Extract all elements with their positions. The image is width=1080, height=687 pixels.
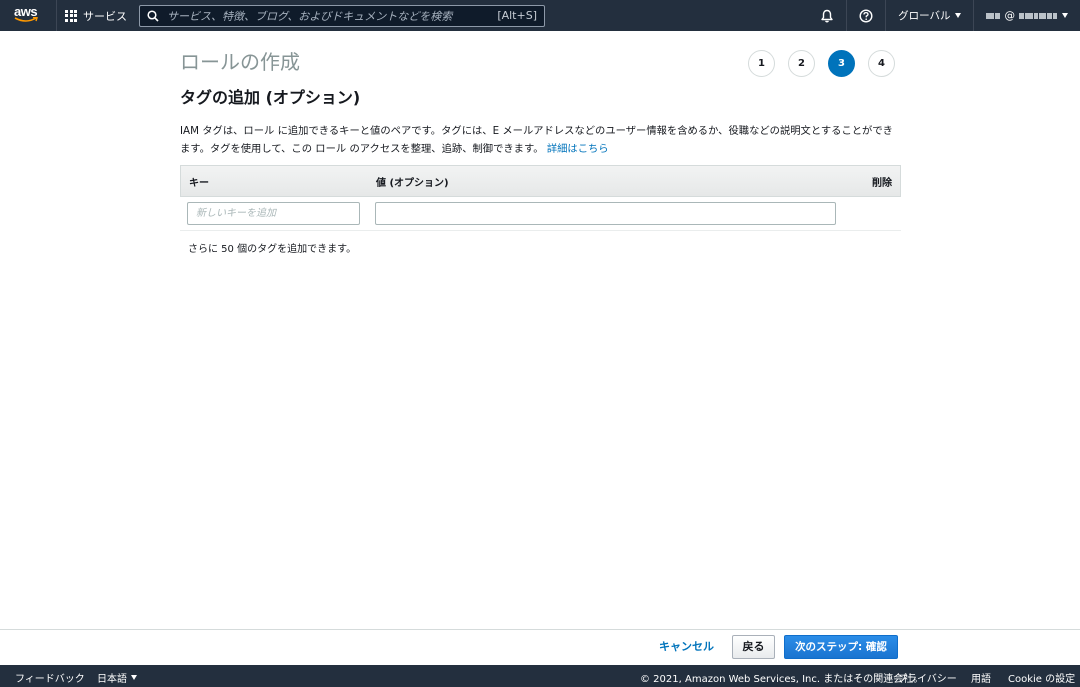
region-selector[interactable]: グローバル [885,0,972,31]
tags-table: キー 値 (オプション) 削除 さらに 50 個のタグを追加できます。 [180,165,901,255]
caret-down-icon [954,13,961,18]
search-input[interactable]: サービス、特徴、ブログ、およびドキュメントなどを検索 [167,8,497,24]
aws-logo[interactable]: aws [8,0,56,31]
footer: フィードバック 日本語 © 2021, Amazon Web Services,… [0,665,1080,687]
account-separator: @ [1004,9,1016,22]
masked-account-id-icon [1019,10,1058,22]
column-header-value: 値 (オプション) [376,177,449,189]
cookie-settings-link[interactable]: Cookie の設定 [1008,670,1075,685]
step-4[interactable]: 4 [868,50,895,77]
help-icon [859,8,873,23]
masked-account-icon [985,10,1001,22]
aws-smile-icon [14,17,38,22]
bell-icon [821,9,833,22]
tags-description: IAM タグは、ロール に追加できるキーと値のペアです。タグには、E メールアド… [180,122,901,158]
help-button[interactable] [846,0,885,31]
notifications-button[interactable] [808,0,846,31]
feedback-link[interactable]: フィードバック [15,670,85,685]
cancel-button[interactable]: キャンセル [651,635,722,659]
grid-icon [65,9,77,22]
table-row [180,197,901,231]
services-label: サービス [83,9,127,23]
table-header: キー 値 (オプション) 削除 [180,165,901,197]
privacy-link[interactable]: プライバシー [897,670,957,685]
copyright-text: © 2021, Amazon Web Services, Inc. またはその関… [640,674,924,685]
language-label: 日本語 [97,674,127,685]
caret-down-icon [1062,13,1068,18]
step-3-current: 3 [828,50,855,77]
caret-down-icon [131,675,137,680]
top-navigation: aws サービス サービス、特徴、ブログ、およびドキュメントなどを検索 [Alt… [0,0,1080,31]
tag-value-input[interactable] [375,202,836,225]
column-header-delete: 削除 [872,177,892,189]
language-selector[interactable]: 日本語 [97,670,137,685]
search-box[interactable]: サービス、特徴、ブログ、およびドキュメントなどを検索 [Alt+S] [139,4,545,27]
learn-more-link[interactable]: 詳細はこちら [547,143,609,155]
section-title: タグの追加 (オプション) [180,88,361,107]
tag-key-input[interactable] [187,202,360,225]
column-header-key: キー [189,177,209,189]
remaining-tags-text: さらに 50 個のタグを追加できます。 [188,244,357,255]
search-icon [147,9,159,22]
page-title: ロールの作成 [180,50,300,74]
account-menu[interactable]: @ [972,0,1080,31]
wizard-steps: 1 2 3 4 [748,50,895,77]
step-2[interactable]: 2 [788,50,815,77]
wizard-action-bar: キャンセル 戻る 次のステップ: 確認 [0,629,1080,665]
next-step-button[interactable]: 次のステップ: 確認 [784,635,898,659]
back-button[interactable]: 戻る [732,635,775,659]
region-label: グローバル [898,10,951,22]
terms-link[interactable]: 用語 [971,670,991,685]
services-menu-button[interactable]: サービス [57,0,139,31]
step-1[interactable]: 1 [748,50,775,77]
search-shortcut: [Alt+S] [497,9,537,22]
description-text: IAM タグは、ロール に追加できるキーと値のペアです。タグには、E メールアド… [180,125,893,155]
